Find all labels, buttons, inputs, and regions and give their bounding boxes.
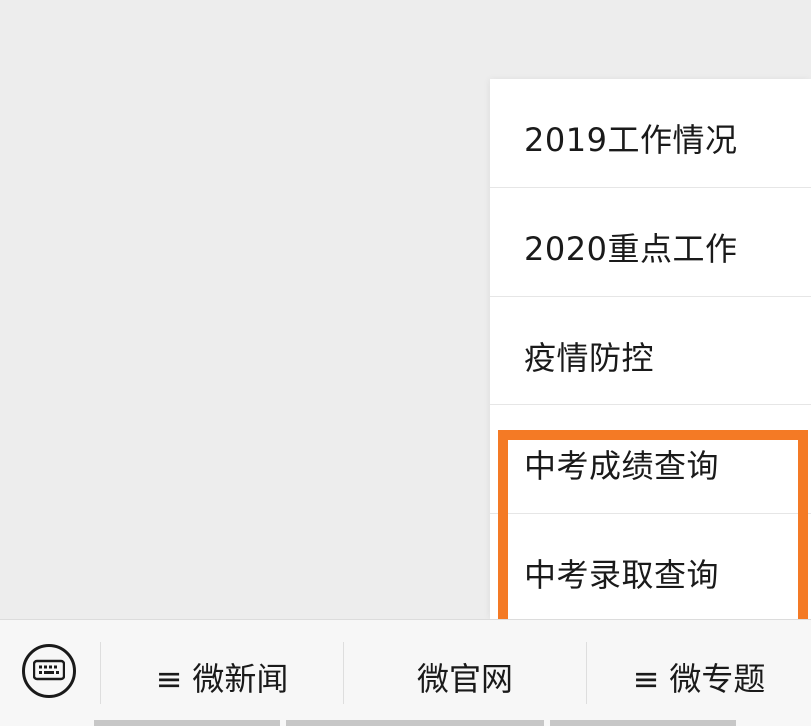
- menu-list-icon: ≡: [632, 660, 660, 698]
- submenu-item-exam-score-query[interactable]: 中考成绩查询: [490, 405, 811, 513]
- submenu-item-label: 中考录取查询: [524, 556, 720, 594]
- menu-tab-label: 微官网: [416, 660, 513, 698]
- submenu-item-epidemic-control[interactable]: 疫情防控: [490, 297, 811, 405]
- submenu-item-admission-query[interactable]: 中考录取查询: [490, 514, 811, 622]
- menu-list-icon: ≡: [155, 660, 183, 698]
- bottom-strip: [550, 720, 736, 726]
- keyboard-toggle-button[interactable]: [22, 644, 76, 698]
- menu-tab-label: 微专题: [669, 660, 766, 698]
- menu-tab-micro-topics[interactable]: ≡ 微专题: [587, 654, 811, 698]
- bottom-menu-bar: ≡ 微新闻 微官网 ≡ 微专题: [0, 619, 811, 726]
- menu-tab-micro-news[interactable]: ≡ 微新闻: [101, 654, 343, 698]
- submenu-popup: 2019工作情况 2020重点工作 疫情防控 中考成绩查询 中考录取查询: [490, 79, 811, 619]
- submenu-item-2020-key-work[interactable]: 2020重点工作: [490, 188, 811, 296]
- menu-tab-micro-website[interactable]: 微官网: [344, 654, 586, 698]
- keyboard-icon: [33, 659, 65, 681]
- submenu-item-label: 2019工作情况: [524, 121, 738, 159]
- submenu-item-label: 中考成绩查询: [524, 447, 720, 485]
- menu-tab-label: 微新闻: [192, 660, 289, 698]
- bottom-strip: [286, 720, 544, 726]
- submenu-item-label: 疫情防控: [524, 339, 655, 377]
- submenu-item-2019-work[interactable]: 2019工作情况: [490, 79, 811, 187]
- submenu-item-label: 2020重点工作: [524, 230, 738, 268]
- bottom-strip: [94, 720, 280, 726]
